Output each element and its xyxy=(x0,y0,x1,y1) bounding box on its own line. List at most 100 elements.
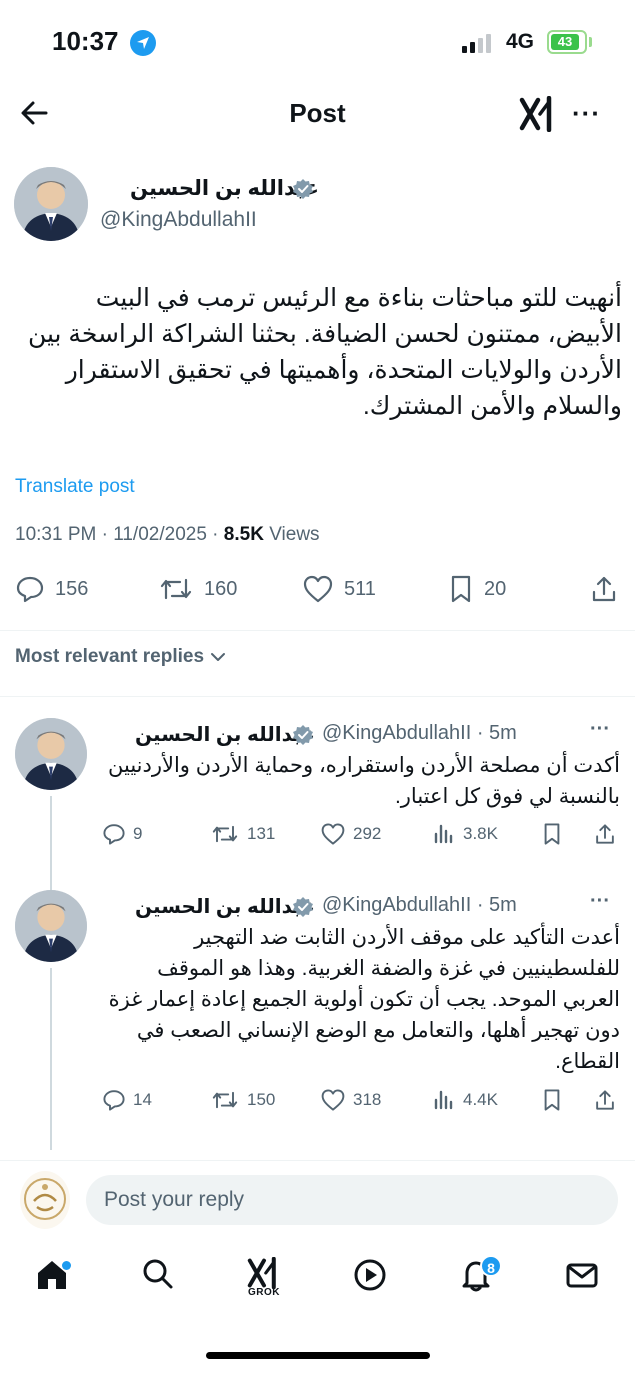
divider xyxy=(0,630,635,631)
heart-icon xyxy=(303,575,333,603)
nav-notifications[interactable]: 8 xyxy=(446,1255,506,1317)
reply-like-button[interactable]: 318 xyxy=(320,1088,381,1112)
battery-level: 43 xyxy=(551,34,579,50)
reply-bookmark-button[interactable] xyxy=(541,822,563,846)
reply-avatar[interactable] xyxy=(15,890,87,962)
views-chart-icon xyxy=(434,1090,453,1110)
share-button[interactable] xyxy=(590,574,618,604)
signal-icon xyxy=(462,34,491,53)
share-icon xyxy=(592,576,616,602)
bookmark-count: 20 xyxy=(484,577,507,600)
share-icon xyxy=(596,1090,614,1110)
grok-button[interactable] xyxy=(518,95,558,137)
more-options-button[interactable]: ··· xyxy=(572,98,601,129)
search-icon xyxy=(143,1259,173,1289)
reply-input[interactable]: Post your reply xyxy=(86,1175,618,1225)
replies-sort-dropdown[interactable]: Most relevant replies xyxy=(15,646,226,668)
battery-icon: 43 xyxy=(547,30,587,54)
reply-share-button[interactable] xyxy=(594,1088,616,1112)
translate-post-link[interactable]: Translate post xyxy=(15,476,135,498)
reply-reply-button[interactable]: 9 xyxy=(102,822,142,846)
post-timestamp: 10:31 PM · 11/02/2025 · xyxy=(15,524,224,545)
reply-like-count: 318 xyxy=(353,1090,382,1109)
repost-icon xyxy=(160,578,192,600)
notifications-badge: 8 xyxy=(480,1255,502,1277)
nav-home[interactable] xyxy=(22,1257,82,1317)
thread-line xyxy=(50,968,52,1150)
heart-icon xyxy=(321,823,345,845)
bookmark-icon xyxy=(544,823,560,845)
views-chart-icon xyxy=(434,824,453,844)
reply-views-button[interactable]: 3.8K xyxy=(432,822,498,846)
verified-badge-icon xyxy=(293,179,313,199)
grok-nav-label: GROK xyxy=(248,1287,280,1298)
reply-more-button[interactable]: ··· xyxy=(590,890,610,913)
reply-reply-count: 14 xyxy=(133,1090,152,1109)
reply-share-button[interactable] xyxy=(594,822,616,846)
divider xyxy=(0,696,635,697)
reply-actions: 14 150 318 4.4K xyxy=(0,1088,635,1118)
reply-more-button[interactable]: ··· xyxy=(590,718,610,741)
author-name[interactable]: عبدالله بن الحسين xyxy=(130,176,319,201)
reply-button[interactable]: 156 xyxy=(15,574,88,604)
repost-count: 160 xyxy=(204,577,238,600)
home-indicator[interactable] xyxy=(206,1352,430,1359)
repost-icon xyxy=(212,825,238,843)
grok-icon xyxy=(519,95,552,133)
reply-reply-count: 9 xyxy=(133,824,143,843)
reply-composer: Post your reply xyxy=(0,1160,635,1240)
reply-author-name[interactable]: عبدالله بن الحسين xyxy=(135,722,315,747)
repost-icon xyxy=(212,1091,238,1109)
reply-repost-button[interactable]: 131 xyxy=(210,822,275,846)
reply-icon xyxy=(16,576,44,603)
reply-text: أكدت أن مصلحة الأردن واستقراره، وحماية ا… xyxy=(108,754,620,808)
post-actions: 156 160 511 20 xyxy=(0,574,635,614)
reply-reply-button[interactable]: 14 xyxy=(102,1088,152,1112)
nav-search[interactable] xyxy=(128,1257,188,1317)
reply-avatar[interactable] xyxy=(15,718,87,790)
verified-badge-icon xyxy=(293,725,313,745)
author-avatar[interactable] xyxy=(14,167,88,241)
reply-author-name[interactable]: عبدالله بن الحسين xyxy=(135,894,315,919)
nav-video[interactable] xyxy=(340,1257,400,1317)
author-handle[interactable]: @KingAbdullahII xyxy=(100,208,257,232)
reply-bookmark-button[interactable] xyxy=(541,1088,563,1112)
bookmark-button[interactable]: 20 xyxy=(448,574,506,604)
reply-views-button[interactable]: 4.4K xyxy=(432,1088,498,1112)
grok-icon xyxy=(247,1257,276,1289)
network-type: 4G xyxy=(506,30,535,53)
views-label: Views xyxy=(263,524,320,545)
reply-text: أعدت التأكيد على موقف الأردن الثابت ضد ا… xyxy=(108,926,620,1073)
status-bar: 10:37 4G 43 xyxy=(0,0,635,80)
reply-icon xyxy=(103,1090,125,1111)
home-unread-dot xyxy=(62,1261,71,1270)
user-avatar[interactable] xyxy=(20,1171,70,1229)
repost-button[interactable]: 160 xyxy=(158,574,237,604)
reply-repost-count: 150 xyxy=(247,1090,276,1109)
mail-icon xyxy=(566,1263,598,1288)
reply-repost-count: 131 xyxy=(247,824,276,843)
reply-like-button[interactable]: 292 xyxy=(320,822,381,846)
bottom-nav: GROK 8 xyxy=(0,1245,635,1325)
chevron-down-icon xyxy=(211,653,226,661)
nav-messages[interactable] xyxy=(552,1257,612,1317)
reply-handle-time[interactable]: @KingAbdullahII · 5m xyxy=(322,894,517,917)
reply-item[interactable]: عبدالله بن الحسين @KingAbdullahII · 5m ·… xyxy=(0,718,635,916)
nav-grok[interactable]: GROK xyxy=(234,1257,294,1317)
views-count: 8.5K xyxy=(223,524,264,545)
like-count: 511 xyxy=(344,577,376,600)
status-time: 10:37 xyxy=(52,26,119,56)
heart-icon xyxy=(321,1089,345,1111)
post-text: أنهيت للتو مباحثات بناءة مع الرئيس ترمب … xyxy=(27,284,622,420)
like-button[interactable]: 511 xyxy=(302,574,376,604)
reply-views-count: 3.8K xyxy=(463,824,498,843)
top-bar: Post ··· xyxy=(0,80,635,146)
reply-icon xyxy=(103,824,125,845)
reply-repost-button[interactable]: 150 xyxy=(210,1088,275,1112)
reply-count: 156 xyxy=(55,577,89,600)
reply-views-count: 4.4K xyxy=(463,1090,498,1109)
location-arrow-icon xyxy=(130,30,156,56)
reply-item[interactable]: عبدالله بن الحسين @KingAbdullahII · 5m ·… xyxy=(0,890,635,1150)
reply-actions: 9 131 292 3.8K xyxy=(0,822,635,852)
reply-handle-time[interactable]: @KingAbdullahII · 5m xyxy=(322,722,517,745)
